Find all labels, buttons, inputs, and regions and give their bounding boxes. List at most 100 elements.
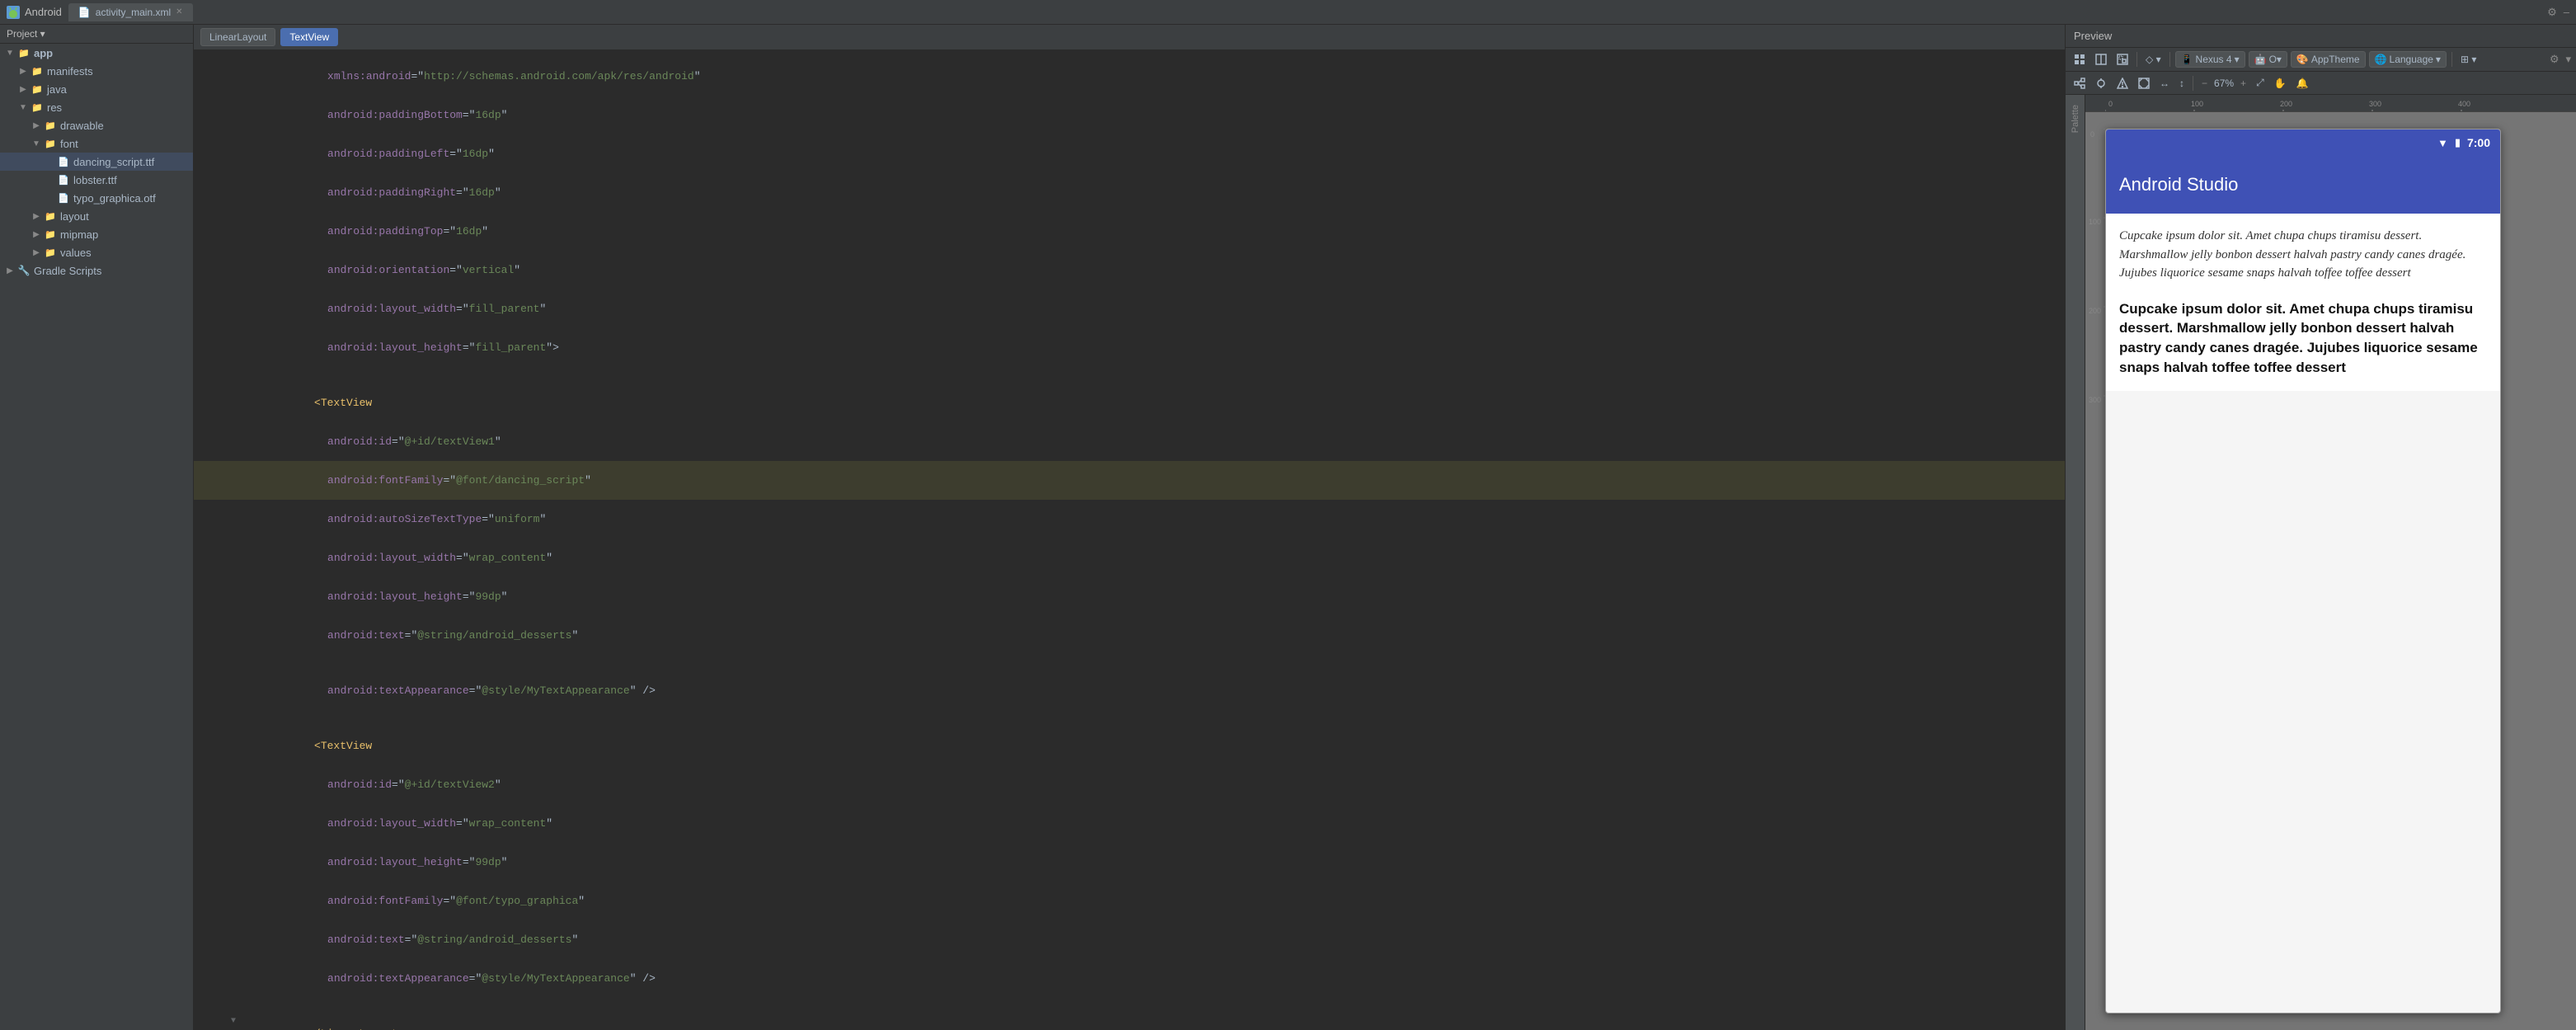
split-view-btn[interactable] [2092, 52, 2110, 67]
resize-v-btn[interactable]: ↕ [2176, 76, 2188, 91]
tree-item-layout[interactable]: ▶ 📁 layout [0, 207, 193, 225]
tab-close-btn[interactable]: ✕ [176, 7, 182, 16]
zoom-level: 67% [2214, 78, 2234, 89]
svg-text:200: 200 [2280, 100, 2292, 108]
tree-item-typo[interactable]: 📄 typo_graphica.otf [0, 189, 193, 207]
zoom-fit-btn[interactable] [2135, 76, 2153, 91]
folder-icon-values: 📁 [43, 245, 58, 260]
palette-tab[interactable]: Palette [2066, 95, 2085, 1030]
tree-label-dancing: dancing_script.ttf [73, 156, 154, 168]
code-line [194, 367, 2065, 383]
tree-item-dancing-script[interactable]: 📄 dancing_script.ttf [0, 153, 193, 171]
theme-selector[interactable]: 🎨 AppTheme [2291, 51, 2366, 68]
code-content[interactable]: xmlns:android="http://schemas.android.co… [194, 50, 2065, 1030]
battery-icon: ▮ [2455, 136, 2461, 149]
shapes-btn[interactable]: ◇ ▾ [2142, 52, 2165, 67]
code-line-closing: ▼ </LinearLayout> [194, 1014, 2065, 1030]
code-line [194, 655, 2065, 671]
minimize-icon[interactable]: – [2564, 6, 2569, 18]
wifi-icon: ▼ [2437, 137, 2448, 149]
code-text: android:fontFamily="@font/dancing_script… [240, 461, 2065, 500]
editor-tab[interactable]: 📄 activity_main.xml ✕ [68, 3, 193, 21]
tree-item-drawable[interactable]: ▶ 📁 drawable [0, 116, 193, 134]
device-selector[interactable]: 📱 Nexus 4 ▾ [2175, 51, 2245, 68]
code-line: android:layout_height="fill_parent"> [194, 328, 2065, 367]
svg-text:0: 0 [2090, 130, 2094, 139]
code-line: android:layout_height="99dp" [194, 577, 2065, 616]
tree-label-layout: layout [60, 210, 89, 223]
folder-icon-font: 📁 [43, 136, 58, 151]
code-line: android:paddingBottom="16dp" [194, 96, 2065, 134]
tree-label-manifests: manifests [47, 65, 93, 78]
sidebar-header: Project ▾ [0, 25, 193, 44]
blueprint-btn[interactable] [2113, 52, 2132, 67]
tree-item-manifests[interactable]: ▶ 📁 manifests [0, 62, 193, 80]
code-text: android:paddingLeft="16dp" [240, 134, 2065, 173]
code-text: android:paddingRight="16dp" [240, 173, 2065, 212]
code-line: android:paddingLeft="16dp" [194, 134, 2065, 173]
code-text: android:layout_width="wrap_content" [240, 804, 2065, 843]
fullscreen-btn[interactable]: ⤢ [2253, 75, 2268, 91]
svg-text:200: 200 [2089, 307, 2101, 315]
folder-icon-mipmap: 📁 [43, 227, 58, 242]
tree-item-res[interactable]: ▼ 📁 res [0, 98, 193, 116]
theme-label: AppTheme [2311, 54, 2360, 65]
code-text: </LinearLayout> [240, 1014, 2065, 1030]
settings-icon[interactable]: ⚙ [2547, 6, 2557, 19]
fold-indicator: ▼ [227, 1017, 240, 1026]
tree-item-font[interactable]: ▼ 📁 font [0, 134, 193, 153]
code-text: android:id="@+id/textView2" [240, 765, 2065, 804]
code-line: android:id="@+id/textView1" [194, 422, 2065, 461]
code-line: android:layout_width="wrap_content" [194, 804, 2065, 843]
tree-item-mipmap[interactable]: ▶ 📁 mipmap [0, 225, 193, 243]
tree-arrow-layout: ▶ [30, 212, 43, 221]
title-bar-platform: Android [25, 6, 62, 18]
code-text: android:text="@string/android_desserts" [240, 616, 2065, 655]
layout-options-btn[interactable]: ⊞ ▾ [2457, 52, 2480, 67]
tree-label-drawable: drawable [60, 120, 104, 132]
svg-text:300: 300 [2089, 396, 2101, 404]
svg-text:100: 100 [2191, 100, 2203, 108]
error-btn[interactable] [2113, 76, 2132, 91]
settings-dropdown-icon: ▾ [2565, 53, 2571, 66]
tree-arrow-java: ▶ [16, 85, 30, 94]
tree-arrow-manifests: ▶ [16, 67, 30, 76]
code-text: android:layout_height="99dp" [240, 577, 2065, 616]
language-selector[interactable]: 🌐 Language ▾ [2369, 51, 2447, 68]
settings-btn[interactable]: ⚙ ▾ [2550, 53, 2571, 66]
tree-item-app[interactable]: ▼ 📁 app [0, 44, 193, 62]
tree-label-lobster: lobster.ttf [73, 174, 117, 186]
code-line: <TextView [194, 727, 2065, 765]
device-dropdown-icon: ▾ [2235, 54, 2240, 65]
project-sidebar: Project ▾ ▼ 📁 app ▶ 📁 manifests ▶ 📁 java… [0, 25, 194, 1030]
code-line: android:id="@+id/textView2" [194, 765, 2065, 804]
api-selector[interactable]: 🤖 O▾ [2249, 51, 2287, 68]
resize-h-btn[interactable]: ↔ [2156, 76, 2173, 91]
notification-btn[interactable]: 🔔 [2293, 76, 2312, 91]
tree-label-typo: typo_graphica.otf [73, 192, 156, 205]
code-line: android:layout_width="fill_parent" [194, 289, 2065, 328]
textview-btn[interactable]: TextView [280, 28, 338, 46]
component-tree-btn[interactable] [2071, 76, 2089, 91]
constraints-btn[interactable] [2092, 76, 2110, 91]
tree-item-gradle[interactable]: ▶ 🔧 Gradle Scripts [0, 261, 193, 280]
palette-label: Palette [2069, 101, 2082, 136]
zoom-in-icon[interactable]: + [2240, 78, 2246, 89]
zoom-out-icon[interactable]: − [2202, 78, 2207, 89]
tree-label-font: font [60, 138, 78, 150]
tree-item-lobster[interactable]: 📄 lobster.ttf [0, 171, 193, 189]
tree-item-values[interactable]: ▶ 📁 values [0, 243, 193, 261]
code-line: android:fontFamily="@font/typo_graphica" [194, 882, 2065, 920]
api-label: O▾ [2269, 54, 2282, 65]
grid-view-btn[interactable] [2071, 52, 2089, 67]
tree-label-values: values [60, 247, 92, 259]
linearlayout-btn[interactable]: LinearLayout [200, 28, 275, 46]
tree-arrow-font: ▼ [30, 139, 43, 148]
code-line: android:textAppearance="@style/MyTextApp… [194, 671, 2065, 710]
tree-item-java[interactable]: ▶ 📁 java [0, 80, 193, 98]
pan-btn[interactable]: ✋ [2271, 76, 2290, 91]
preview-main-area: 0 100 200 300 400 [2085, 95, 2576, 1030]
code-text: android:paddingTop="16dp" [240, 212, 2065, 251]
preview-scroll-area[interactable]: 0 100 200 300 ▼ [2085, 112, 2576, 1030]
svg-text:400: 400 [2458, 100, 2470, 108]
